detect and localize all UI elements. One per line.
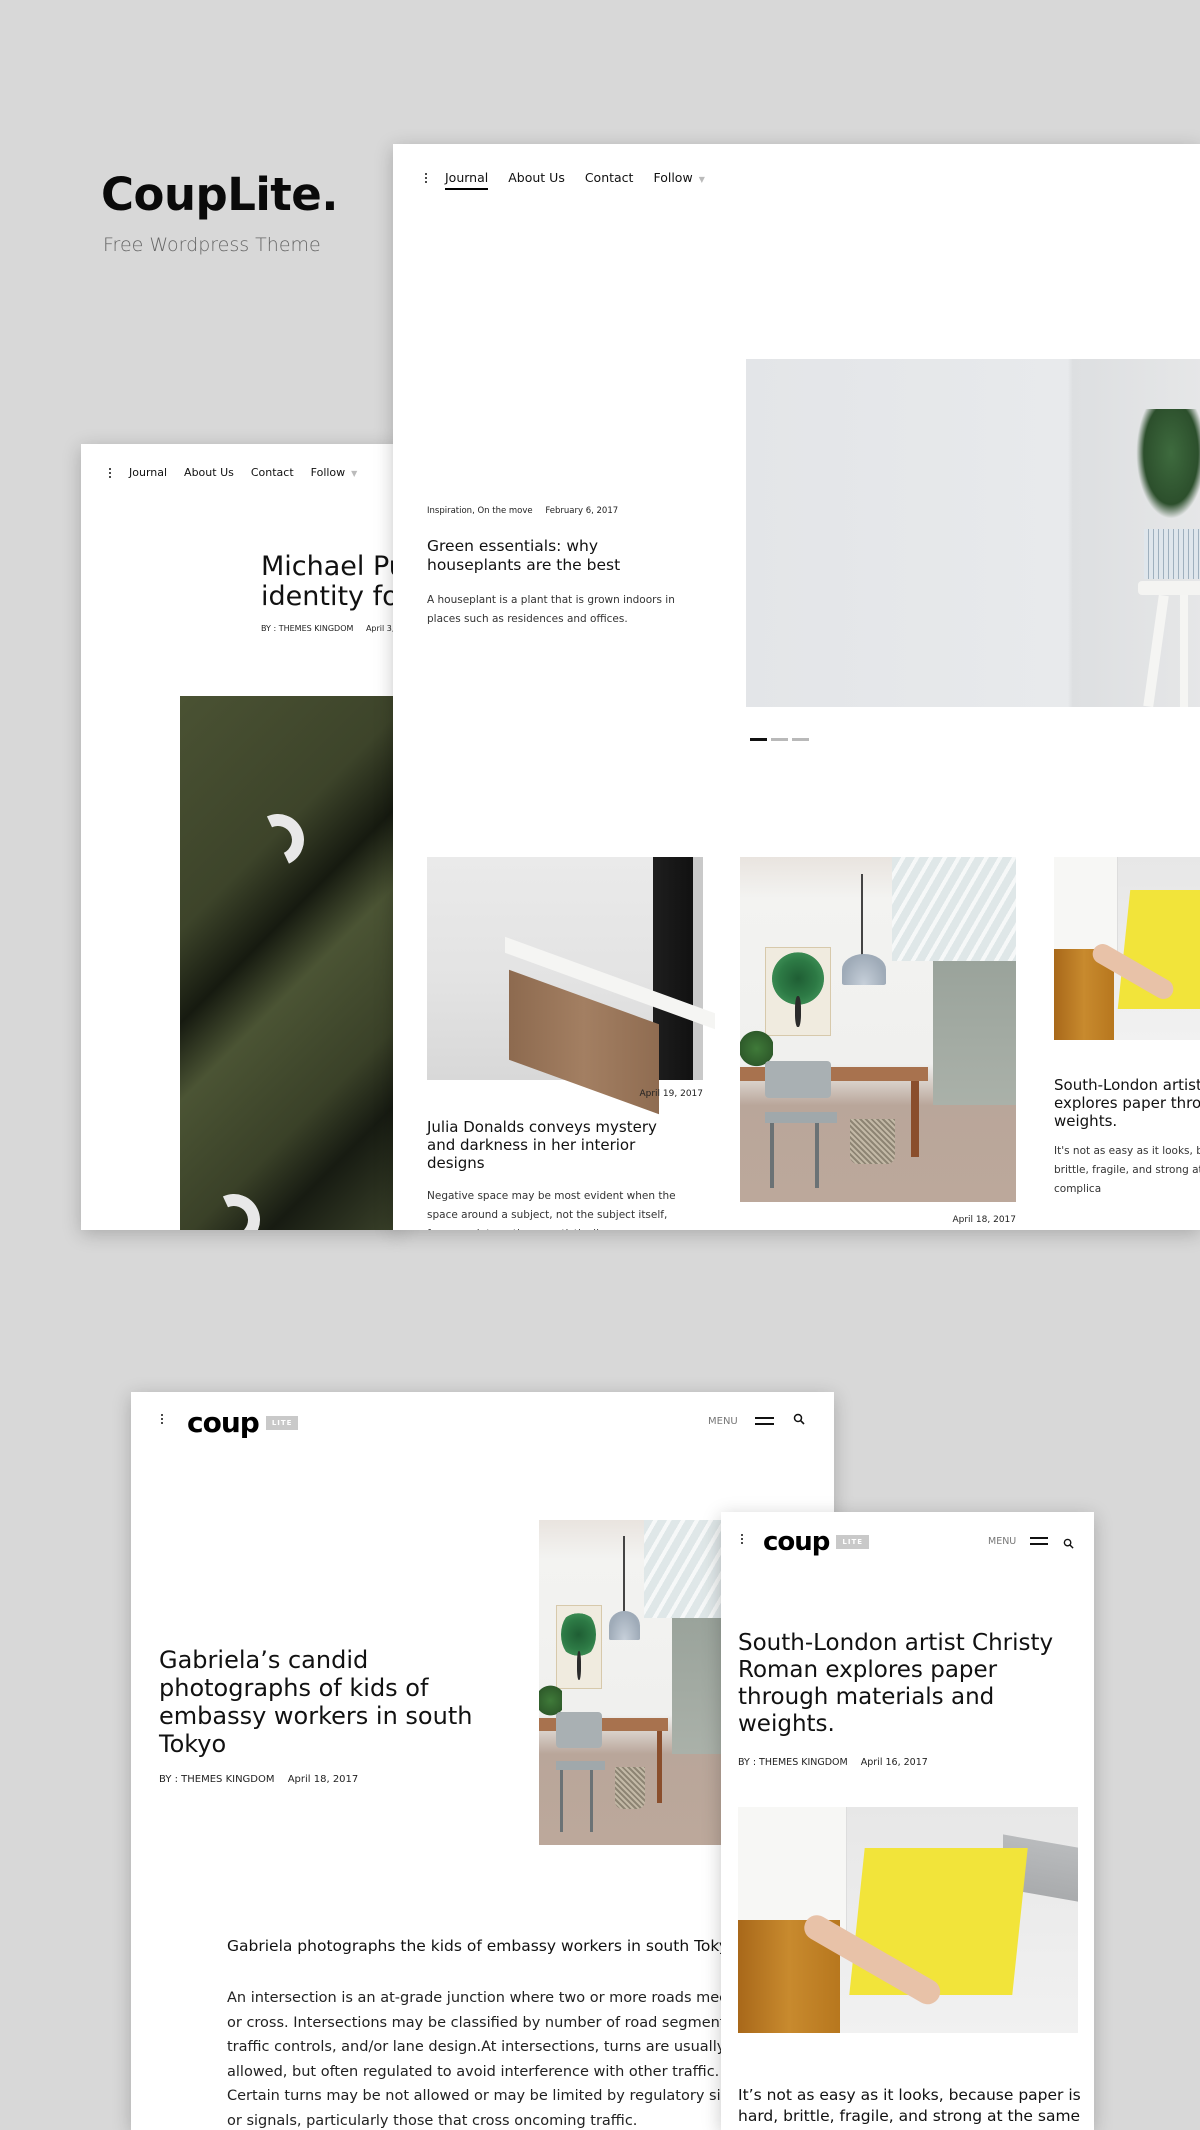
search-icon[interactable] [793,1410,805,1429]
post-author[interactable]: BY : THEMES KINGDOM [738,1757,848,1768]
stool-shape [1138,581,1200,595]
top-nav: Journal About Us Contact Follow ▼ [109,466,374,479]
caret-down-icon: ▼ [351,469,358,478]
post-card-title[interactable]: South-London artist Christy Roman explor… [1054,1076,1200,1130]
mobile-screenshot: coup LITE MENU South-London artist Chris… [721,1512,1094,2130]
hero-excerpt: A houseplant is a plant that is grown in… [427,594,675,625]
slider-dot[interactable] [771,738,788,741]
post-image[interactable] [738,1807,1078,2033]
site-logo[interactable]: coup LITE [763,1527,870,1557]
site-logo[interactable]: coup LITE [187,1406,299,1439]
main-screenshot: Journal About Us Contact Follow ▼ Inspira… [393,144,1200,1230]
kebab-icon[interactable] [741,1534,743,1544]
post-image [180,696,401,1230]
hero-date: February 6, 2017 [545,506,619,516]
left-screenshot: Journal About Us Contact Follow ▼ Michael… [81,444,401,1230]
post-author[interactable]: BY : THEMES KINGDOM [159,1774,275,1785]
top-nav: Journal About Us Contact Follow ▼ [425,170,725,190]
site-header: coup LITE MENU [131,1392,834,1452]
post-title[interactable]: Michael Pu identity fo [261,552,401,612]
nav-item-follow-label: Follow [653,170,693,185]
hamburger-icon[interactable] [755,1417,774,1425]
nav-item-follow[interactable]: Follow ▼ [311,466,358,479]
stool-leg [1180,595,1188,707]
hero-title[interactable]: Green essentials: why houseplants are th… [427,537,697,575]
post-date: April 3, [365,624,395,633]
post-card-image[interactable] [740,857,1016,1202]
post-excerpt: It’s not as easy as it looks, because pa… [738,2086,1081,2125]
logo-word: coup [187,1406,260,1439]
pot-shape [1144,529,1200,579]
over-logo-badge [244,806,312,874]
kebab-icon[interactable] [109,467,111,478]
post-card: April 18, 2017 [740,857,1016,1225]
slider-dot[interactable] [750,738,767,741]
kebab-icon[interactable] [425,172,427,183]
caret-down-icon: ▼ [698,175,705,184]
post-author[interactable]: BY : THEMES KINGDOM [261,624,353,633]
post-card-date: April 18, 2017 [952,1215,1016,1225]
post-card-image[interactable] [1054,857,1200,1040]
post-lead: Gabriela photographs the kids of embassy… [227,1937,738,1955]
logo-badge: LITE [836,1535,870,1549]
post-card-title[interactable]: Julia Donalds conveys mystery and darkne… [427,1118,677,1172]
post-title-line: identity fo [261,581,399,612]
hamburger-icon[interactable] [1030,1537,1048,1545]
nav-item-contact[interactable]: Contact [585,170,634,185]
over-logo-badge [200,1186,268,1230]
hero-image[interactable] [746,359,1200,708]
post-card-image[interactable] [427,857,715,1115]
hero-categories[interactable]: Inspiration, On the move [427,506,533,516]
post-card-date: April 19, 2017 [639,1089,703,1099]
post-date: April 18, 2017 [287,1774,359,1785]
post-title: Gabriela’s candid photographs of kids of… [159,1646,473,1758]
nav-item-about-us[interactable]: About Us [508,170,565,185]
curtain-shape [653,857,703,1080]
post-image[interactable] [539,1520,729,1845]
kebab-icon[interactable] [161,1414,163,1424]
post-body: An intersection is an at-grade junction … [227,1990,747,2129]
post-meta: BY : THEMES KINGDOM April 18, 2017 [159,1774,358,1785]
post-meta: BY : THEMES KINGDOM April 16, 2017 [738,1757,928,1768]
post-title: South-London artist Christy Roman explor… [738,1630,1054,1737]
logo-word: coup [763,1527,830,1557]
nav-item-journal[interactable]: Journal [129,466,167,479]
nav-item-contact[interactable]: Contact [251,466,294,479]
stool-leg [1143,594,1169,708]
logo-badge: LITE [265,1415,299,1430]
menu-label[interactable]: MENU [708,1416,738,1427]
nav-item-follow[interactable]: Follow ▼ [653,170,704,185]
post-title-line: Michael Pu [261,551,401,582]
brand-title: CoupLite. [101,168,338,221]
nav-item-journal[interactable]: Journal [445,170,489,190]
post-card-excerpt: Negative space may be most evident when … [427,1190,676,1230]
post-date: April 16, 2017 [860,1757,928,1768]
nav-item-about-us[interactable]: About Us [184,466,234,479]
nav-item-follow-label: Follow [310,466,346,479]
post-card-title-text: South-London artist Christy Roman explor… [1054,1076,1200,1130]
plant-shape [1136,409,1200,519]
hero-meta: Inspiration, On the move February 6, 201… [427,506,618,516]
menu-label[interactable]: MENU [988,1536,1016,1547]
post-meta: BY : THEMES KINGDOM April 3, [261,624,394,633]
slider-dots [750,738,809,741]
post-card-excerpt: It's not as easy as it looks, because pa… [1054,1142,1200,1199]
search-icon[interactable] [1063,1536,1074,1554]
post-card-excerpt-text: It's not as easy as it looks, because pa… [1054,1145,1200,1195]
slider-dot[interactable] [792,738,809,741]
brand-subtitle: Free Wordpress Theme [103,234,321,256]
post-card: South-London artist Christy Roman explor… [1054,857,1200,1195]
